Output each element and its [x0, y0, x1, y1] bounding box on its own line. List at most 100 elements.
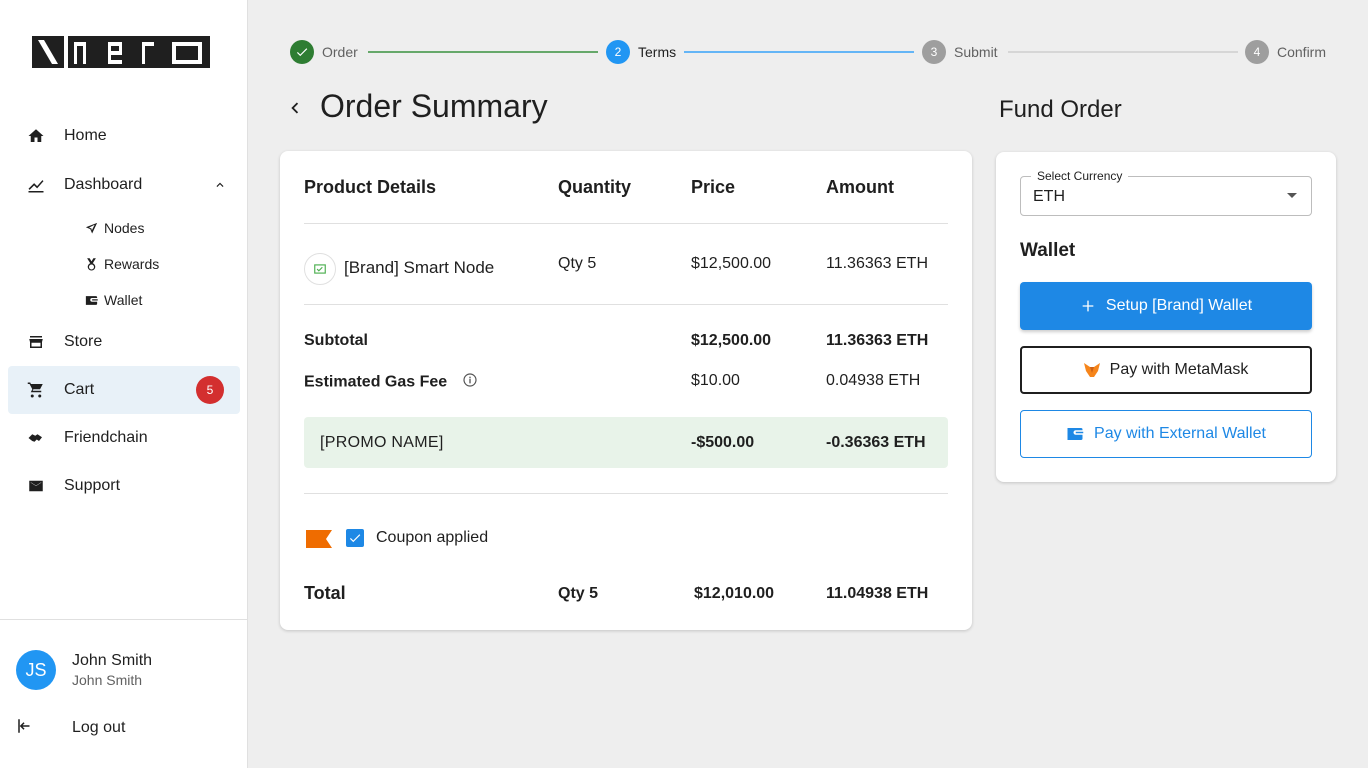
back-button[interactable]	[284, 94, 308, 122]
chart-icon	[8, 176, 64, 194]
nerd-logo-icon	[32, 36, 210, 68]
store-icon	[8, 333, 64, 351]
logout-icon	[16, 717, 34, 740]
step-connector	[1008, 51, 1238, 53]
cart-count-badge: 5	[196, 376, 224, 404]
product-qty: Qty 5	[558, 255, 597, 272]
gas-fee-row-label: Estimated Gas Fee	[304, 372, 478, 393]
dropdown-arrow-icon	[1287, 193, 1297, 198]
gas-fee-price: $10.00	[691, 372, 740, 389]
promo-price: -$500.00	[691, 434, 755, 451]
sidebar-item-label: Rewards	[104, 256, 160, 272]
mail-icon	[8, 477, 64, 495]
chevron-left-icon	[291, 102, 299, 114]
coupon-flag-icon	[306, 530, 332, 553]
currency-select-label: Select Currency	[1031, 169, 1129, 183]
header-price: Price	[691, 177, 736, 197]
step-number: 3	[922, 40, 946, 64]
setup-wallet-label: Setup [Brand] Wallet	[1105, 297, 1253, 314]
sidebar-item-label: Friendchain	[64, 429, 148, 446]
logout-button[interactable]: Log out	[16, 712, 125, 744]
metamask-fox-icon	[1083, 363, 1100, 377]
currency-select[interactable]: Select Currency ETH	[1020, 169, 1312, 216]
currency-select-value: ETH	[1033, 188, 1065, 205]
handshake-icon	[8, 429, 64, 447]
user-profile[interactable]: JS John Smith John Smith	[16, 650, 152, 690]
chevron-up-icon[interactable]	[200, 178, 240, 192]
avatar: JS	[16, 650, 56, 690]
user-name: John Smith	[72, 652, 153, 669]
sidebar: Home Dashboard Nodes Rewards Wallet Stor…	[0, 0, 248, 768]
total-price: $12,010.00	[694, 585, 775, 602]
product-icon	[304, 253, 336, 285]
brand-logo[interactable]	[32, 36, 210, 68]
header-product-details: Product Details	[304, 177, 437, 197]
logout-label: Log out	[72, 719, 126, 736]
divider	[304, 304, 948, 305]
sidebar-item-home[interactable]: Home	[8, 112, 240, 160]
subtotal-price: $12,500.00	[691, 332, 772, 349]
sidebar-item-wallet[interactable]: Wallet	[8, 282, 240, 318]
sidebar-item-support[interactable]: Support	[8, 462, 240, 510]
sidebar-item-nodes[interactable]: Nodes	[8, 210, 240, 246]
coupon-label: Coupon applied	[376, 529, 489, 546]
pay-metamask-label: Pay with MetaMask	[1109, 361, 1249, 378]
total-amount: 11.04938 ETH	[826, 585, 929, 602]
check-icon	[290, 40, 314, 64]
user-subtitle: John Smith	[72, 672, 143, 688]
cart-icon	[8, 381, 64, 399]
step-label: Submit	[954, 44, 998, 60]
step-number: 4	[1245, 40, 1269, 64]
sidebar-item-label: Dashboard	[64, 176, 143, 193]
step-confirm: 4 Confirm	[1245, 40, 1326, 64]
fund-order-title: Fund Order	[999, 96, 1122, 123]
wallet-icon	[1066, 426, 1084, 442]
sidebar-item-rewards[interactable]: Rewards	[8, 246, 240, 282]
step-label: Order	[322, 44, 358, 60]
wallet-section-title: Wallet	[1020, 240, 1076, 261]
sidebar-item-cart[interactable]: Cart 5	[8, 366, 240, 414]
gas-fee-label: Estimated Gas Fee	[304, 373, 448, 391]
check-icon	[349, 534, 361, 543]
step-connector	[684, 51, 914, 53]
product-amount: 11.36363 ETH	[826, 255, 928, 272]
sidebar-item-label: Support	[64, 477, 121, 494]
total-qty: Qty 5	[558, 585, 599, 602]
fund-order-card: Select Currency ETH Wallet Setup [Brand]…	[996, 152, 1336, 482]
gas-fee-amount: 0.04938 ETH	[826, 372, 921, 389]
sidebar-item-store[interactable]: Store	[8, 318, 240, 366]
info-icon[interactable]	[462, 372, 478, 393]
step-order: Order	[290, 40, 358, 64]
sidebar-item-friendchain[interactable]: Friendchain	[8, 414, 240, 462]
product-name: [Brand] Smart Node	[344, 258, 495, 277]
sidebar-item-label: Cart	[64, 381, 95, 398]
promo-name: [PROMO NAME]	[320, 434, 444, 451]
setup-wallet-button[interactable]: Setup [Brand] Wallet	[1020, 282, 1312, 330]
checkout-stepper: Order 2 Terms 3 Submit 4 Confirm	[290, 40, 1330, 64]
step-number: 2	[606, 40, 630, 64]
home-icon	[8, 127, 64, 145]
pay-metamask-button[interactable]: Pay with MetaMask	[1020, 346, 1312, 394]
product-price: $12,500.00	[691, 255, 772, 272]
promo-row: [PROMO NAME] -$500.00 -0.36363 ETH	[304, 417, 948, 468]
sidebar-item-label: Store	[64, 333, 103, 350]
page-title: Order Summary	[320, 88, 548, 124]
plus-icon	[1080, 298, 1096, 314]
sidebar-item-label: Wallet	[104, 292, 143, 308]
step-submit: 3 Submit	[922, 40, 998, 64]
step-terms: 2 Terms	[606, 40, 676, 64]
subtotal-label: Subtotal	[304, 332, 368, 349]
sidebar-item-dashboard[interactable]: Dashboard	[8, 161, 240, 209]
coupon-checkbox[interactable]	[346, 529, 364, 547]
divider	[304, 223, 948, 224]
sidebar-item-label: Nodes	[104, 220, 145, 236]
divider	[304, 493, 948, 494]
promo-amount: -0.36363 ETH	[826, 434, 926, 451]
order-summary-card: Product Details Quantity Price Amount [B…	[280, 151, 972, 630]
sidebar-divider	[0, 619, 248, 620]
step-connector	[368, 51, 598, 53]
pay-external-wallet-button[interactable]: Pay with External Wallet	[1020, 410, 1312, 458]
header-amount: Amount	[826, 177, 894, 197]
total-label: Total	[304, 583, 346, 603]
sidebar-item-label: Home	[64, 127, 107, 144]
